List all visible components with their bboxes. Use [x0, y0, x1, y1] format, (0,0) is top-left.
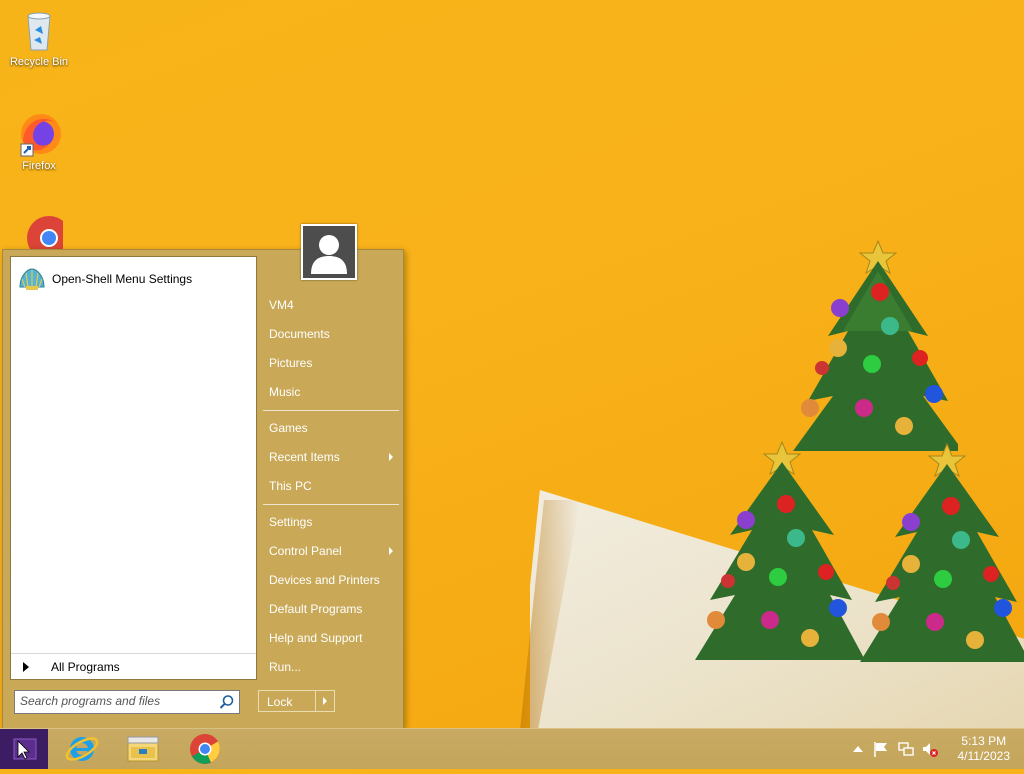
menu-item-devices-printers[interactable]: Devices and Printers	[261, 567, 399, 593]
menu-item-label: VM4	[269, 298, 294, 312]
all-programs-button[interactable]: All Programs	[11, 653, 256, 680]
taskbar-chrome[interactable]	[177, 729, 233, 769]
desktop-icon-label: Firefox	[22, 160, 56, 172]
menu-item-default-programs[interactable]: Default Programs	[261, 596, 399, 622]
desktop-icon-recycle-bin[interactable]: Recycle Bin	[4, 6, 74, 68]
action-center-flag-icon[interactable]	[872, 740, 890, 758]
menu-separator	[263, 410, 399, 411]
christmas-tree-top	[793, 239, 958, 451]
menu-item-label: Run...	[269, 660, 302, 674]
expand-arrow-icon	[23, 662, 29, 672]
search-input[interactable]	[15, 691, 210, 711]
start-button[interactable]	[0, 729, 48, 769]
menu-separator	[263, 504, 399, 505]
submenu-arrow-icon	[389, 453, 393, 461]
menu-item-run[interactable]: Run...	[261, 654, 399, 680]
menu-item-this-pc[interactable]: This PC	[261, 473, 399, 499]
menu-item-label: Documents	[269, 327, 330, 341]
menu-item-recent-items[interactable]: Recent Items	[261, 444, 399, 470]
taskbar-internet-explorer[interactable]	[54, 729, 110, 769]
desktop-icon-firefox[interactable]: Firefox	[4, 110, 74, 172]
submenu-arrow-icon	[389, 547, 393, 555]
menu-item-help-support[interactable]: Help and Support	[261, 625, 399, 651]
network-icon[interactable]	[897, 740, 915, 758]
menu-item-pictures[interactable]: Pictures	[261, 350, 399, 376]
search-box	[14, 690, 240, 714]
menu-item-user[interactable]: VM4	[261, 292, 399, 318]
menu-item-music[interactable]: Music	[261, 379, 399, 405]
menu-item-label: Games	[269, 421, 308, 435]
christmas-tree-left	[695, 440, 865, 660]
taskbar: 5:13 PM 4/11/2023	[0, 728, 1024, 769]
lock-label: Lock	[267, 695, 293, 709]
file-explorer-icon	[127, 736, 159, 762]
menu-item-documents[interactable]: Documents	[261, 321, 399, 347]
recycle-bin-icon	[15, 6, 63, 54]
menu-item-label: This PC	[269, 479, 312, 493]
windows-start-icon	[13, 738, 37, 760]
system-clock[interactable]: 5:13 PM 4/11/2023	[958, 734, 1011, 764]
menu-item-label: Pictures	[269, 356, 313, 370]
menu-item-settings[interactable]: Settings	[261, 509, 399, 535]
chrome-icon	[190, 734, 220, 764]
menu-item-label: Music	[269, 385, 301, 399]
menu-item-label: Control Panel	[269, 544, 342, 558]
internet-explorer-icon	[65, 737, 99, 761]
show-hidden-icons-icon[interactable]	[849, 740, 867, 758]
programs-pane: Open-Shell Menu Settings All Programs	[10, 256, 257, 680]
clock-time: 5:13 PM	[961, 734, 1007, 748]
chevron-right-icon	[323, 697, 327, 705]
taskbar-file-explorer[interactable]	[115, 729, 171, 769]
open-shell-icon	[18, 267, 46, 291]
program-open-shell-settings[interactable]: Open-Shell Menu Settings	[18, 266, 192, 292]
menu-item-label: Help and Support	[269, 631, 363, 645]
start-menu: Open-Shell Menu Settings All Programs VM…	[2, 249, 404, 729]
christmas-tree-right	[860, 442, 1024, 662]
menu-item-label: Settings	[269, 515, 313, 529]
user-icon	[311, 235, 347, 274]
all-programs-label: All Programs	[51, 660, 120, 674]
search-icon[interactable]	[219, 694, 235, 710]
menu-item-control-panel[interactable]: Control Panel	[261, 538, 399, 564]
clock-date: 4/11/2023	[957, 749, 1011, 763]
firefox-icon	[15, 110, 63, 158]
menu-item-label: Recent Items	[269, 450, 340, 464]
menu-item-games[interactable]: Games	[261, 415, 399, 441]
volume-muted-icon[interactable]	[921, 740, 939, 758]
desktop-icon-label: Recycle Bin	[9, 56, 69, 68]
program-label: Open-Shell Menu Settings	[52, 272, 193, 286]
menu-item-label: Devices and Printers	[269, 573, 380, 587]
user-avatar[interactable]	[301, 224, 357, 280]
menu-item-label: Default Programs	[269, 602, 363, 616]
shutdown-options-button[interactable]	[315, 690, 335, 712]
lock-button[interactable]: Lock	[258, 690, 316, 712]
